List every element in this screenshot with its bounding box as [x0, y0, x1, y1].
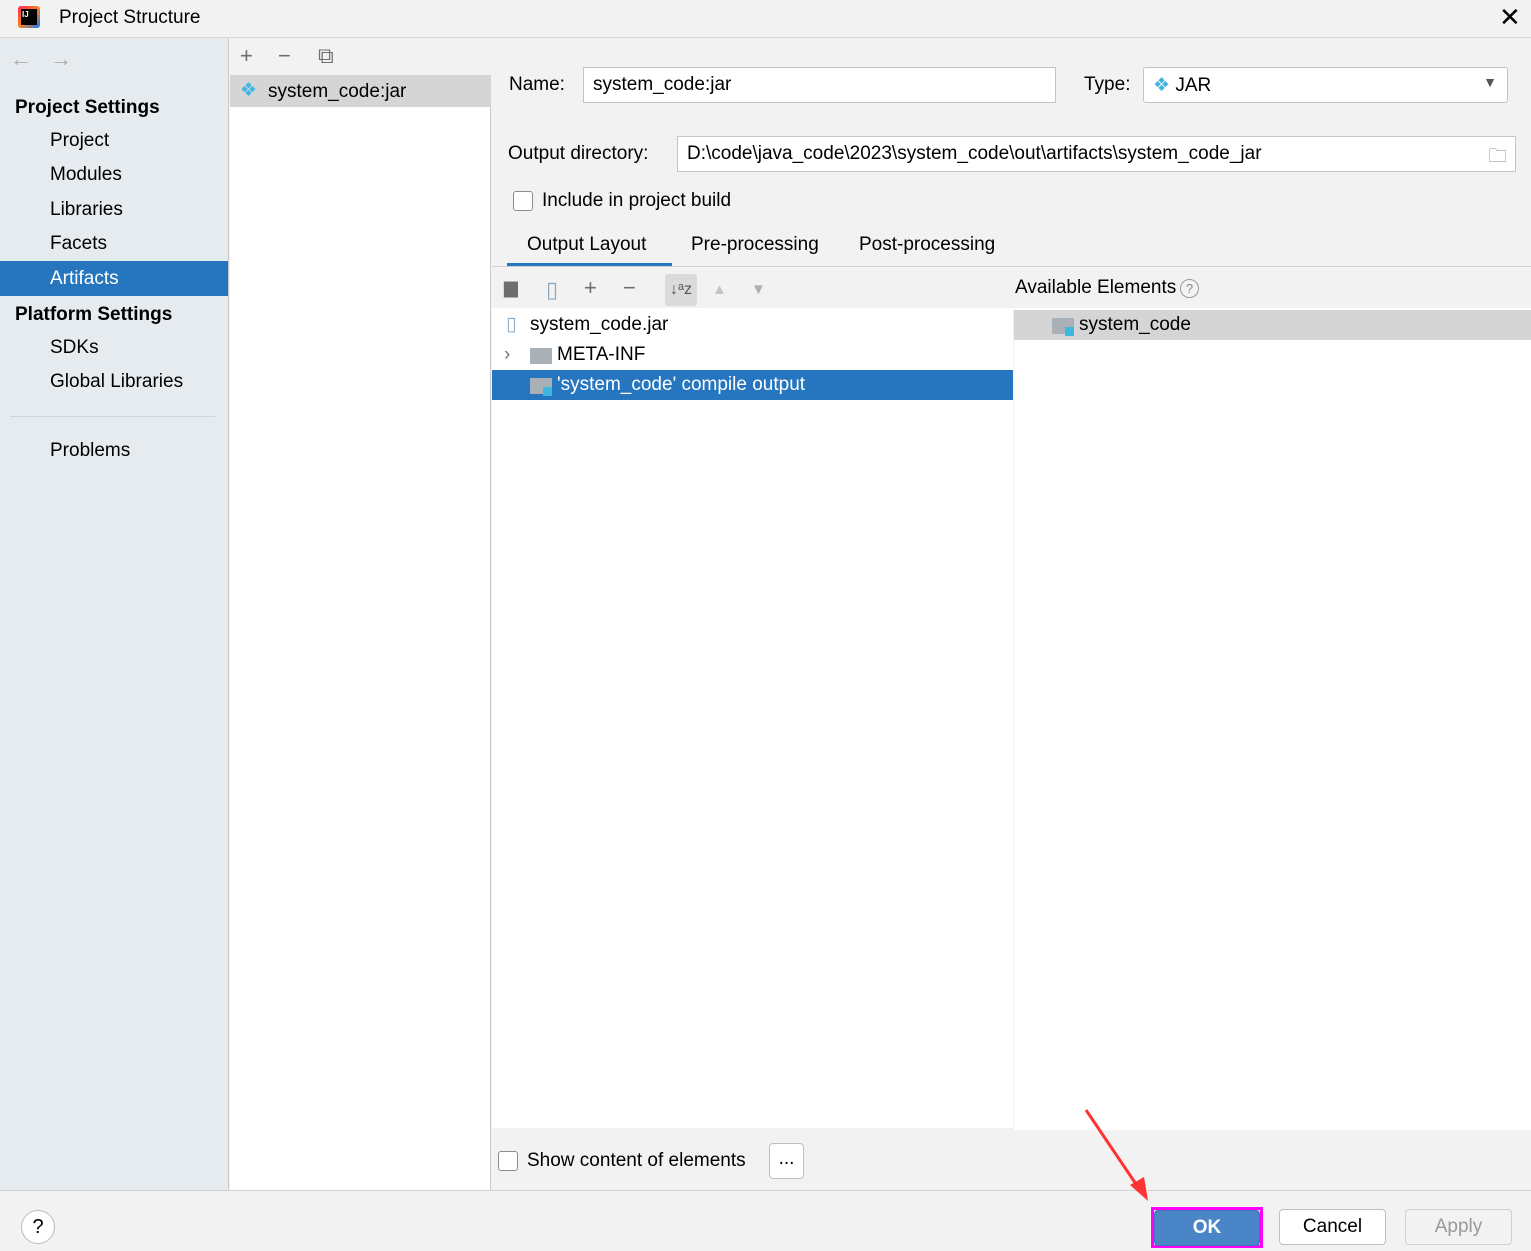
chevron-right-icon[interactable]: ›: [504, 340, 510, 370]
ok-button[interactable]: OK: [1154, 1210, 1260, 1246]
close-icon[interactable]: ✕: [1499, 2, 1521, 33]
sidebar-item-problems[interactable]: Problems: [50, 440, 130, 462]
copy-icon[interactable]: ⧉: [318, 43, 334, 69]
artifact-label: system_code:jar: [268, 81, 407, 102]
show-content-label: Show content of elements: [527, 1150, 746, 1171]
move-up-icon[interactable]: ▲: [712, 281, 727, 298]
divider: [10, 416, 215, 417]
module-icon: [1052, 318, 1074, 336]
tree-item-label: META-INF: [557, 344, 646, 365]
sidebar-item-global-libraries[interactable]: Global Libraries: [50, 371, 183, 393]
type-label: Type:: [1084, 74, 1131, 95]
sidebar-item-label: Artifacts: [50, 268, 119, 289]
create-directory-icon[interactable]: ▆: [504, 277, 518, 298]
include-build-label: Include in project build: [542, 190, 732, 211]
jar-icon: ▯: [506, 314, 517, 335]
divider: [492, 266, 1531, 267]
window-title: Project Structure: [59, 7, 201, 28]
footer: ? OK Cancel Apply: [0, 1190, 1531, 1251]
add-copy-icon[interactable]: +: [584, 275, 597, 301]
tab-pre-processing[interactable]: Pre-processing: [691, 234, 819, 256]
apply-button[interactable]: Apply: [1405, 1209, 1512, 1245]
jar-artifact-icon: ❖: [1153, 75, 1171, 96]
sidebar-item-modules[interactable]: Modules: [50, 164, 122, 186]
back-arrow-icon[interactable]: ←: [10, 46, 32, 72]
sidebar-item-facets[interactable]: Facets: [50, 233, 107, 255]
tree-item-meta-inf[interactable]: › META-INF: [492, 340, 1013, 370]
sort-icon[interactable]: ↓ᵃz: [665, 274, 697, 306]
output-dir-label: Output directory:: [508, 143, 649, 164]
folder-browse-icon[interactable]: 🗀: [1488, 142, 1507, 174]
output-dir-value: D:\code\java_code\2023\system_code\out\a…: [687, 143, 1262, 164]
tree-item-compile-output[interactable]: 'system_code' compile output: [492, 370, 1013, 400]
help-button[interactable]: ?: [21, 1210, 55, 1244]
output-layout-tree: ▯ system_code.jar › META-INF 'system_code'…: [492, 308, 1013, 1128]
sidebar: ← → Project Settings Project Modules Lib…: [0, 38, 229, 1190]
cancel-button[interactable]: Cancel: [1279, 1209, 1386, 1245]
chevron-down-icon: ▼: [1483, 74, 1497, 90]
output-dir-input[interactable]: D:\code\java_code\2023\system_code\out\a…: [677, 136, 1516, 172]
available-item-system-code[interactable]: system_code: [1014, 310, 1531, 340]
artifact-editor: Name: system_code:jar Type: ❖ JAR ▼ Outp…: [492, 38, 1531, 1190]
show-content-checkbox[interactable]: [498, 1151, 518, 1171]
intellij-logo-icon: IJ: [18, 6, 40, 28]
tab-post-processing[interactable]: Post-processing: [859, 234, 995, 256]
module-output-icon: [530, 378, 552, 396]
sidebar-item-libraries[interactable]: Libraries: [50, 199, 123, 221]
artifacts-list-panel: + − ⧉ ❖ system_code:jar: [230, 38, 491, 1190]
add-icon[interactable]: +: [240, 43, 253, 69]
available-item-label: system_code: [1079, 314, 1191, 335]
artifact-icon: ❖: [240, 80, 258, 101]
remove-element-icon[interactable]: −: [623, 275, 636, 301]
available-elements-title: Available Elements: [1015, 277, 1177, 298]
remove-icon[interactable]: −: [278, 43, 291, 69]
annotation-arrow: [1084, 1109, 1148, 1201]
name-input[interactable]: system_code:jar: [583, 67, 1056, 103]
project-settings-heading: Project Settings: [15, 97, 160, 118]
sidebar-item-sdks[interactable]: SDKs: [50, 337, 99, 359]
tab-output-layout[interactable]: Output Layout: [527, 234, 646, 256]
include-build-checkbox[interactable]: [513, 191, 533, 211]
available-elements-tree: system_code: [1014, 308, 1531, 1130]
name-label: Name:: [509, 74, 565, 95]
artifact-item[interactable]: ❖ system_code:jar: [230, 75, 491, 107]
tree-item-jar[interactable]: ▯ system_code.jar: [492, 310, 1013, 340]
create-archive-icon[interactable]: ▯: [546, 277, 558, 303]
tree-item-label: system_code.jar: [530, 314, 669, 335]
sidebar-item-project[interactable]: Project: [50, 130, 109, 152]
sidebar-item-artifacts[interactable]: Artifacts: [0, 261, 228, 296]
type-select[interactable]: ❖ JAR ▼: [1143, 67, 1508, 103]
ellipsis-button[interactable]: ...: [769, 1143, 804, 1179]
platform-settings-heading: Platform Settings: [15, 304, 173, 325]
help-icon[interactable]: ?: [1180, 279, 1199, 298]
type-value: JAR: [1175, 75, 1212, 96]
artifacts-toolbar: + − ⧉: [230, 38, 491, 75]
title-bar: IJ Project Structure ✕: [0, 0, 1531, 38]
forward-arrow-icon[interactable]: →: [50, 46, 72, 72]
move-down-icon[interactable]: ▼: [751, 281, 766, 298]
tree-item-label: 'system_code' compile output: [557, 374, 806, 395]
folder-icon: [530, 348, 552, 364]
